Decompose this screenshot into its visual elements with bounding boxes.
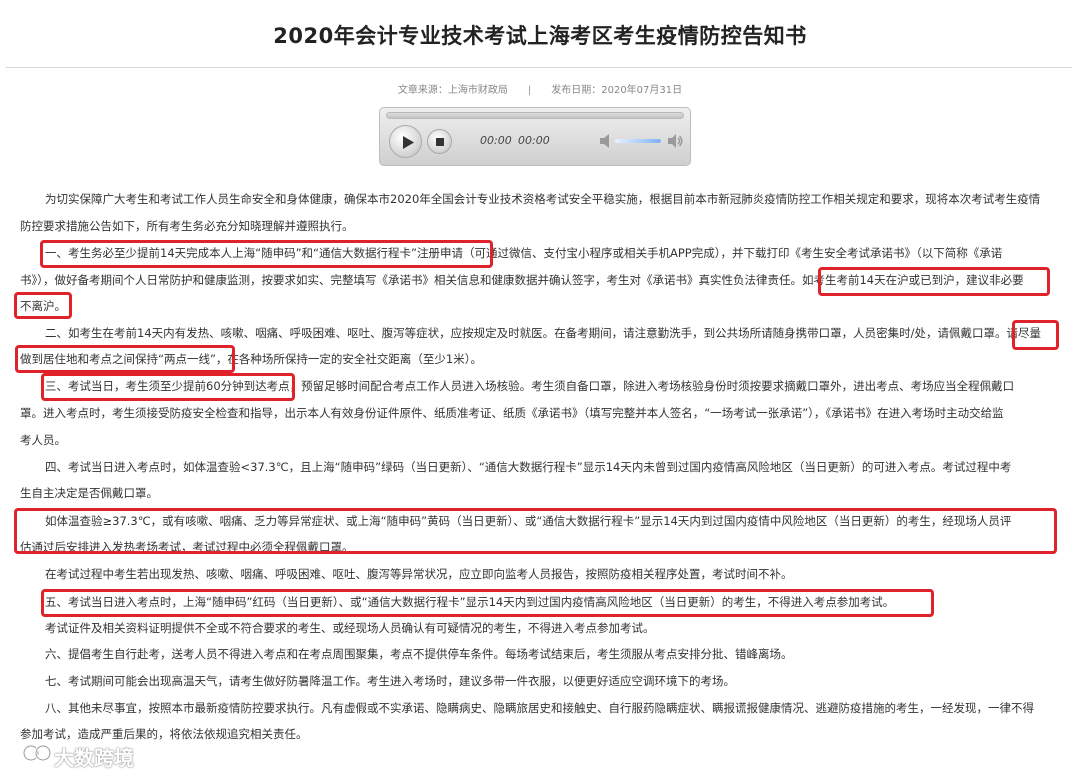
- play-button[interactable]: [389, 125, 422, 158]
- paragraph-line: 六、提倡考生自行赴考，送考人员不得进入考点和在考点周围聚集，考点不提供停车条件。…: [45, 647, 793, 661]
- paragraph-line: 考人员。: [20, 433, 66, 447]
- paragraph-line: 一、考生务必至少提前14天完成本人上海“随申码”和“通信大数据行程卡”注册申请（…: [45, 246, 1003, 260]
- paragraph-line: 在考试过程中考生若出现发热、咳嗽、咽痛、呼吸困难、呕吐、腹泻等异常状况，应立即向…: [45, 567, 793, 581]
- title-divider: [6, 67, 1072, 68]
- volume-low-icon[interactable]: [599, 133, 613, 149]
- paragraph-line: 生自主决定是否佩戴口罩。: [20, 486, 158, 500]
- article-meta: 文章来源：上海市财政局 | 发布日期：2020年07月31日: [0, 81, 1080, 96]
- audio-player: 00:00 00:00: [379, 107, 691, 166]
- paragraph-line: 防控要求措施公告如下，所有考生务必充分知晓理解并遵照执行。: [20, 219, 354, 233]
- paragraph-line: 三、考试当日，考生须至少提前60分钟到达考点，预留足够时间配合考点工作人员进入场…: [45, 379, 1015, 393]
- paragraph-line: 如体温查验≥37.3℃，或有咳嗽、咽痛、乏力等异常症状、或上海“随申码”黄码（当…: [45, 514, 1012, 528]
- paragraph-line: 二、如考生在考前14天内有发热、咳嗽、咽痛、呼吸困难、呕吐、腹泻等症状，应按规定…: [45, 326, 1041, 340]
- stop-button[interactable]: [427, 129, 452, 154]
- current-time: 00:00: [480, 134, 512, 147]
- paragraph-line: 八、其他未尽事宜，按照本市最新疫情防控要求执行。凡有虚假或不实承诺、隐瞒病史、隐…: [45, 701, 1034, 715]
- paragraph-line: 五、考试当日进入考点时，上海“随申码”红码（当日更新）、或“通信大数据行程卡”显…: [45, 595, 895, 609]
- watermark: 大数跨境: [54, 746, 134, 770]
- paragraph-line: 估通过后安排进入发热考场考试，考试过程中必须全程佩戴口罩。: [20, 540, 354, 554]
- volume-slider[interactable]: [615, 139, 661, 143]
- volume-high-icon[interactable]: [667, 133, 683, 149]
- page-title: 2020年会计专业技术考试上海考区考生疫情防控告知书: [273, 24, 807, 48]
- play-icon: [403, 136, 414, 149]
- paragraph-line: 不离沪。: [20, 299, 66, 313]
- paragraph-line: 罩。进入考点时，考生须接受防疫安全检查和指导，出示本人有效身份证件原件、纸质准考…: [20, 406, 1004, 420]
- paragraph-line: 四、考试当日进入考点时，如体温查验<37.3℃，且上海“随申码”绿码（当日更新）…: [45, 460, 1012, 474]
- paragraph-line: 做到居住地和考点之间保持“两点一线”，在各种场所保持一定的安全社交距离（至少1米…: [20, 352, 482, 366]
- article-source: 文章来源：上海市财政局: [397, 85, 508, 96]
- watermark-logo-icon: [22, 744, 52, 762]
- paragraph-line: 为切实保障广大考生和考试工作人员生命安全和身体健康，确保本市2020年全国会计专…: [45, 192, 1041, 206]
- stop-icon: [436, 138, 444, 146]
- paragraph-line: 考试证件及相关资料证明提供不全或不符合要求的考生、或经现场人员确认有可疑情况的考…: [45, 621, 655, 635]
- meta-separator: |: [527, 85, 532, 96]
- paragraph-line: 书》），做好备考期间个人日常防护和健康监测，按要求如实、完整填写《承诺书》相关信…: [20, 273, 1024, 287]
- progress-rail[interactable]: [386, 112, 684, 119]
- paragraph-line: 七、考试期间可能会出现高温天气，请考生做好防暑降温工作。考生进入考场时，建议多带…: [45, 674, 735, 688]
- total-time: 00:00: [518, 134, 550, 147]
- publish-date: 发布日期：2020年07月31日: [551, 85, 683, 96]
